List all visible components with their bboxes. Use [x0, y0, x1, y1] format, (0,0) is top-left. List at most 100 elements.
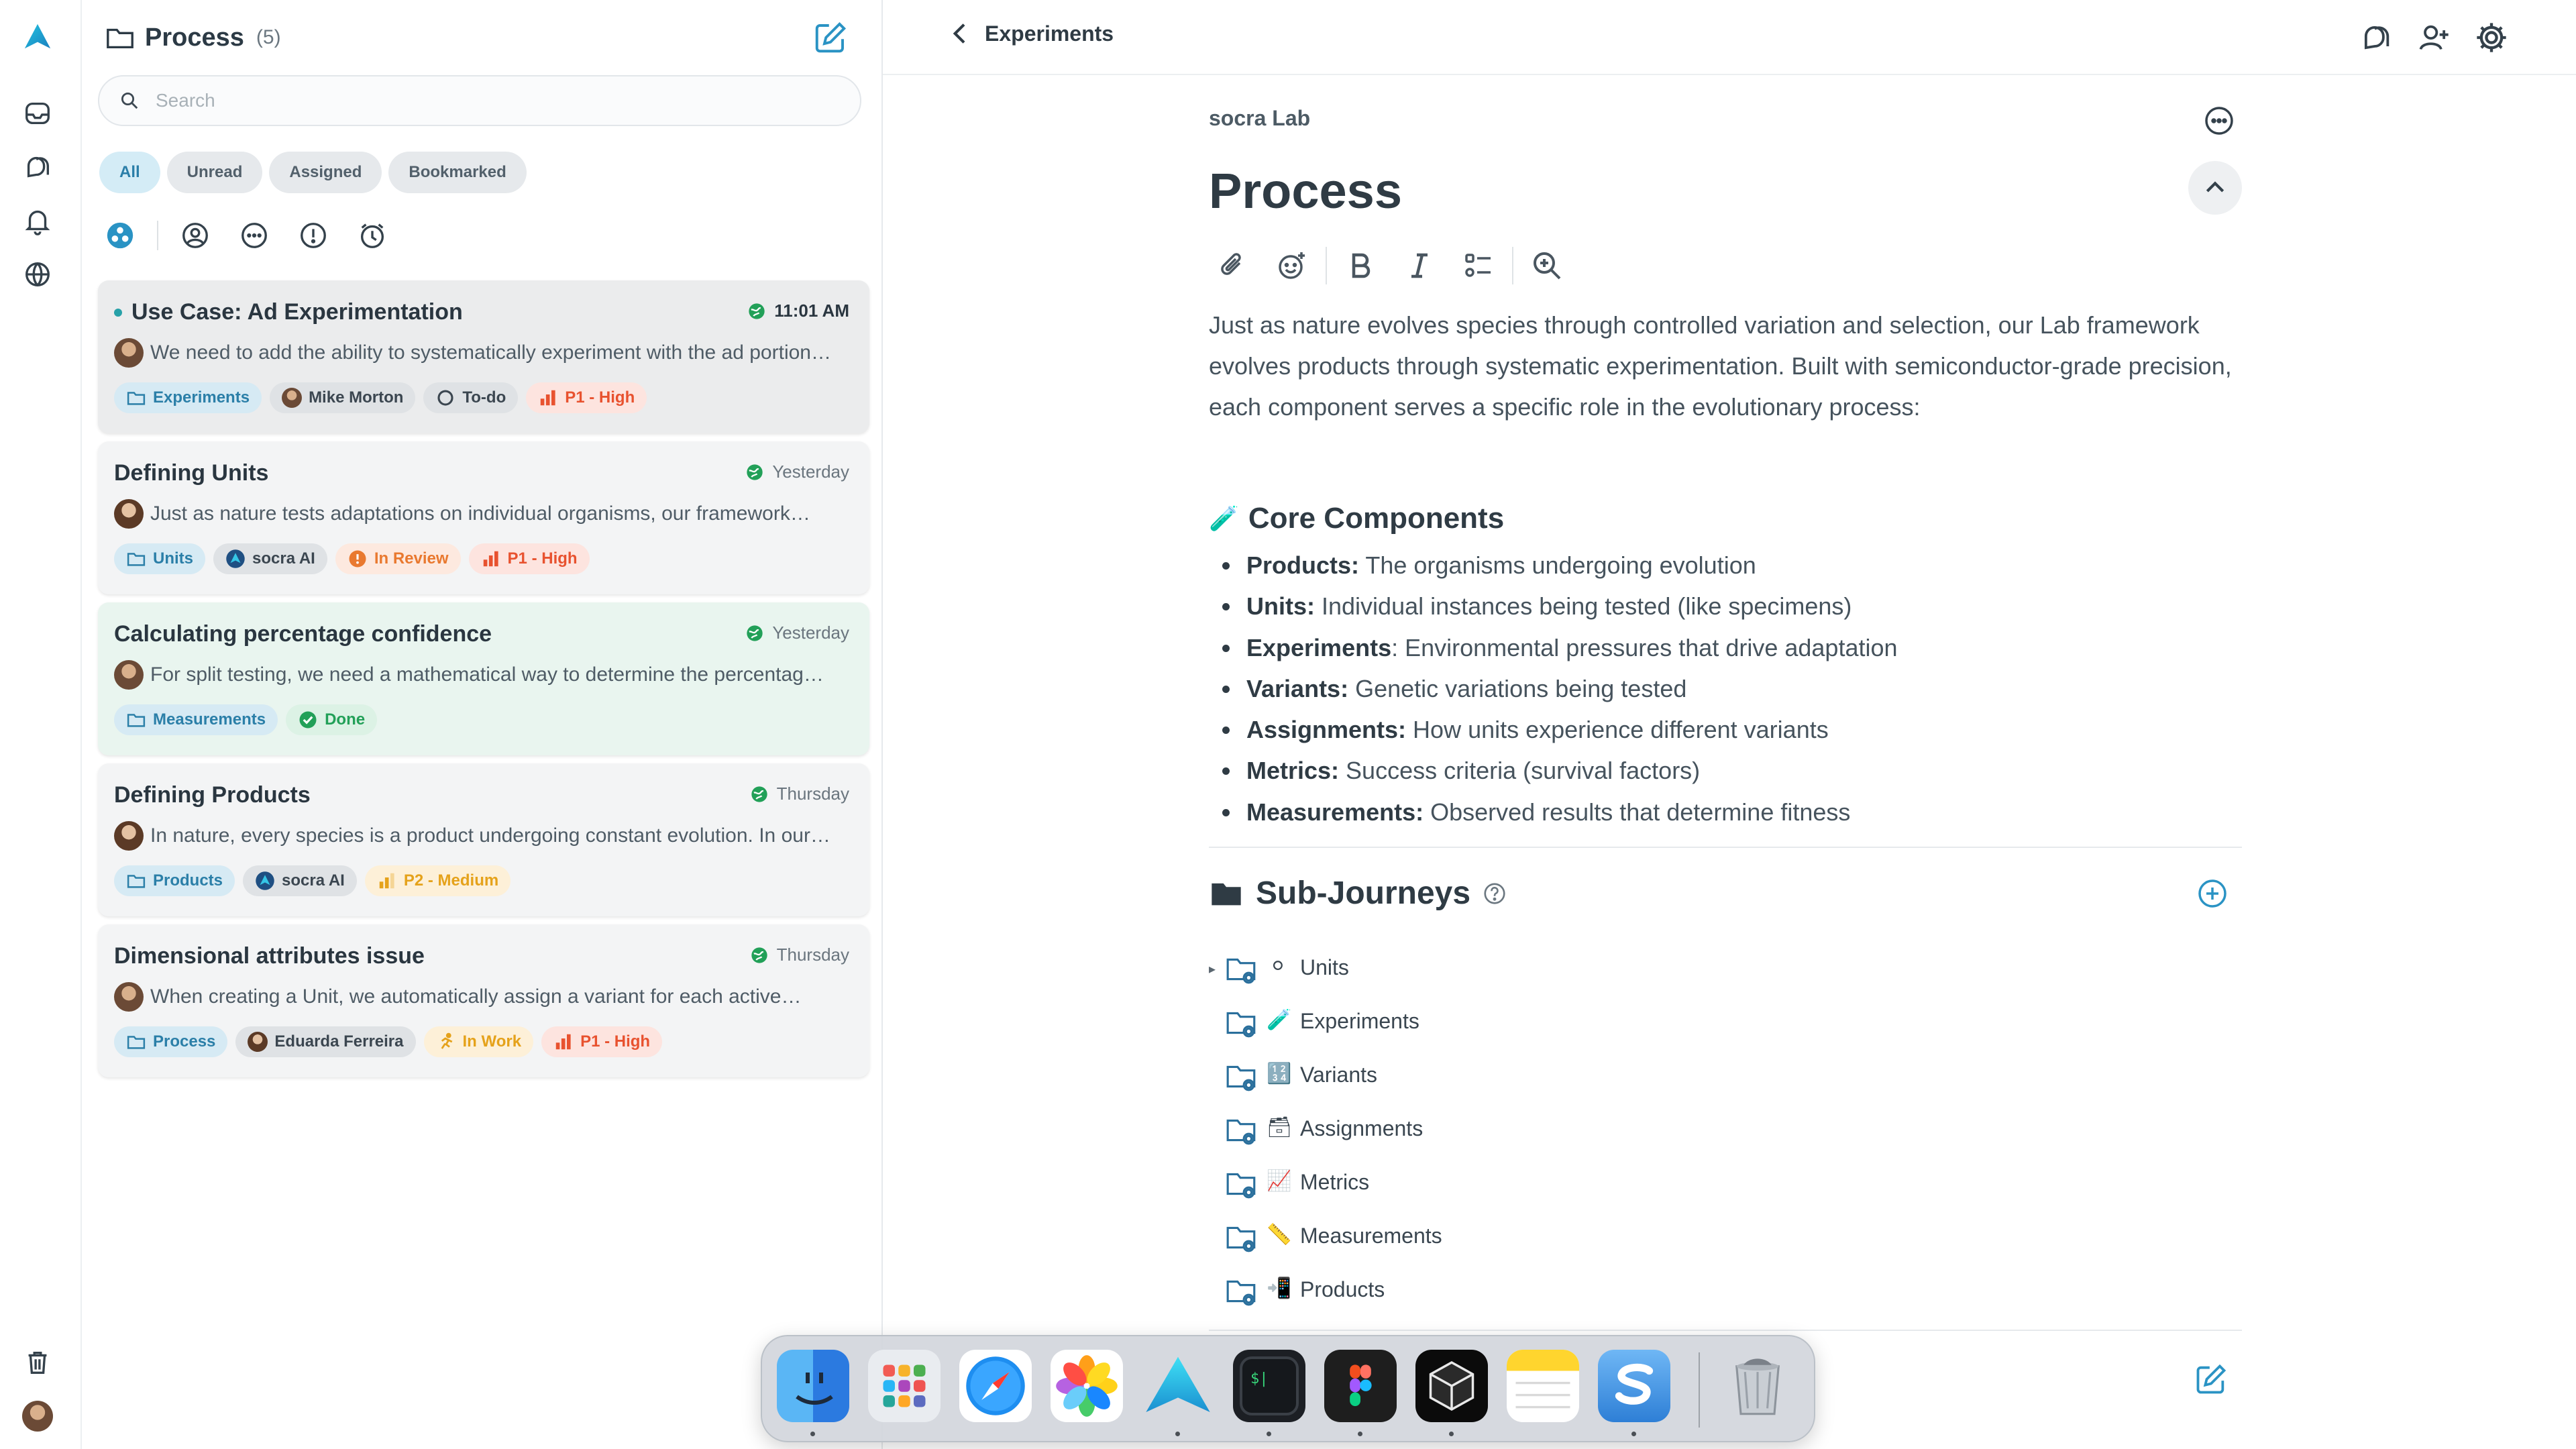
globe-icon	[749, 303, 765, 319]
add-emoji-icon[interactable]	[1276, 250, 1308, 282]
list-item[interactable]: Defining Products Thursday In nature, ev…	[98, 763, 869, 916]
heading-text: Sub-Journeys	[1256, 875, 1471, 911]
search-bar[interactable]	[98, 75, 861, 126]
all-statuses-icon[interactable]	[105, 220, 136, 251]
photos-icon[interactable]	[1051, 1350, 1123, 1422]
filter-chips: All Unread Assigned Bookmarked	[99, 152, 527, 193]
alarm-clock-icon[interactable]	[357, 220, 388, 251]
collapse-button[interactable]	[2188, 161, 2242, 215]
list-item: Products: The organisms undergoing evolu…	[1222, 545, 1898, 586]
filter-bookmarked[interactable]: Bookmarked	[388, 152, 527, 193]
zoom-in-icon[interactable]	[1531, 250, 1563, 282]
expand-caret-icon[interactable]: ▸	[1209, 961, 1216, 977]
left-rail	[0, 0, 82, 1449]
assignee-tag[interactable]: socra AI	[213, 543, 327, 574]
ruler-icon: 📏	[1267, 1223, 1292, 1246]
search-input[interactable]	[156, 90, 759, 111]
launchpad-icon[interactable]	[868, 1350, 941, 1422]
divider	[1512, 247, 1513, 284]
list-item[interactable]: Calculating percentage confidence Yester…	[98, 602, 869, 755]
finder-icon[interactable]	[777, 1350, 849, 1422]
org-name[interactable]: socra Lab	[1209, 106, 1310, 131]
user-circle-icon[interactable]	[180, 220, 211, 251]
intro-paragraph: Just as nature evolves species through c…	[1209, 311, 2232, 421]
user-avatar[interactable]	[21, 1399, 54, 1433]
assignee-tag[interactable]: socra AI	[243, 865, 357, 896]
filter-all[interactable]: All	[99, 152, 160, 193]
status-tag[interactable]: In Work	[423, 1026, 534, 1057]
folder-tag[interactable]: Products	[114, 865, 235, 896]
trash-icon[interactable]	[21, 1346, 54, 1379]
inbox-icon[interactable]	[21, 97, 54, 130]
card-title: Calculating percentage confidence	[114, 621, 492, 647]
socra-app-icon[interactable]	[1142, 1350, 1214, 1422]
bell-icon[interactable]	[21, 204, 54, 237]
folder-icon	[127, 875, 146, 888]
priority-tag[interactable]: P1 - High	[468, 543, 590, 574]
chat-icon[interactable]	[2359, 20, 2394, 55]
add-user-icon[interactable]	[2416, 20, 2451, 55]
list-item[interactable]: Defining Units Yesterday Just as nature …	[98, 441, 869, 594]
unread-dot	[114, 308, 122, 317]
section-divider	[1209, 847, 2242, 848]
italic-icon[interactable]	[1403, 250, 1436, 282]
list-item[interactable]: Use Case: Ad Experimentation 11:01 AM We…	[98, 280, 869, 433]
trash-bin-icon[interactable]	[1721, 1350, 1794, 1422]
sub-journeys-heading: Sub-Journeys	[1209, 875, 1507, 912]
chevron-left-icon	[953, 23, 965, 44]
priority-tag[interactable]: P1 - High	[526, 382, 647, 413]
folder-tag[interactable]: Units	[114, 543, 205, 574]
chevron-up-icon	[2206, 181, 2224, 193]
notes-icon[interactable]	[1507, 1350, 1579, 1422]
card-tags: Experiments Mike Morton To-do P1 - High	[114, 382, 647, 413]
detail-topbar: Experiments	[883, 0, 2576, 75]
status-tag[interactable]: Done	[286, 704, 378, 735]
more-circle-icon[interactable]	[239, 220, 270, 251]
circle-icon	[437, 390, 453, 406]
wastebasket-icon	[1735, 1358, 1780, 1415]
figma-icon[interactable]	[1324, 1350, 1397, 1422]
search-icon	[121, 92, 138, 109]
assignee-tag[interactable]: Mike Morton	[270, 382, 416, 413]
folder-tag[interactable]: Measurements	[114, 704, 278, 735]
compose-button[interactable]	[810, 17, 851, 58]
card-time-text: Thursday	[776, 784, 849, 804]
circle-icon: ⚪	[1269, 955, 1287, 978]
avatar	[114, 821, 144, 851]
checklist-icon[interactable]	[1462, 250, 1495, 282]
cursor-icon[interactable]	[1415, 1350, 1488, 1422]
card-snippet: When creating a Unit, we automatically a…	[114, 982, 845, 1012]
priority-tag[interactable]: P2 - Medium	[364, 865, 511, 896]
alert-circle-icon[interactable]	[298, 220, 329, 251]
edit-icon[interactable]	[2194, 1362, 2229, 1397]
scrivener-icon[interactable]	[1598, 1350, 1670, 1422]
globe-icon[interactable]	[21, 258, 54, 291]
status-tag[interactable]: To-do	[423, 382, 519, 413]
folder-share-icon	[1226, 1012, 1256, 1038]
card-time-text: Yesterday	[772, 462, 849, 482]
filter-unread[interactable]: Unread	[166, 152, 263, 193]
folder-tag[interactable]: Experiments	[114, 382, 262, 413]
chat-icon[interactable]	[21, 150, 54, 184]
folder-tag[interactable]: Process	[114, 1026, 228, 1057]
status-tag[interactable]: In Review	[335, 543, 461, 574]
list-item[interactable]: Dimensional attributes issue Thursday Wh…	[98, 924, 869, 1077]
filter-assigned[interactable]: Assigned	[269, 152, 382, 193]
help-circle-icon[interactable]	[1483, 881, 1507, 906]
terminal-icon[interactable]: $|	[1233, 1350, 1305, 1422]
list-count: (5)	[256, 26, 281, 48]
bold-icon[interactable]	[1344, 250, 1377, 282]
priority-tag[interactable]: P1 - High	[541, 1026, 663, 1057]
editor-toolbar	[1217, 247, 1563, 284]
card-time-text: Yesterday	[772, 623, 849, 643]
add-sub-journey-icon[interactable]	[2196, 877, 2229, 910]
safari-icon[interactable]	[959, 1350, 1032, 1422]
attachment-icon[interactable]	[1217, 250, 1249, 282]
breadcrumb[interactable]: Experiments	[947, 20, 1114, 47]
cube-icon	[1429, 1360, 1474, 1411]
assignee-tag[interactable]: Eduarda Ferreira	[235, 1026, 416, 1057]
gear-icon[interactable]	[2474, 20, 2509, 55]
more-options-icon[interactable]	[2203, 105, 2235, 137]
logo-icon[interactable]	[21, 20, 54, 54]
card-time: Yesterday	[745, 462, 849, 482]
